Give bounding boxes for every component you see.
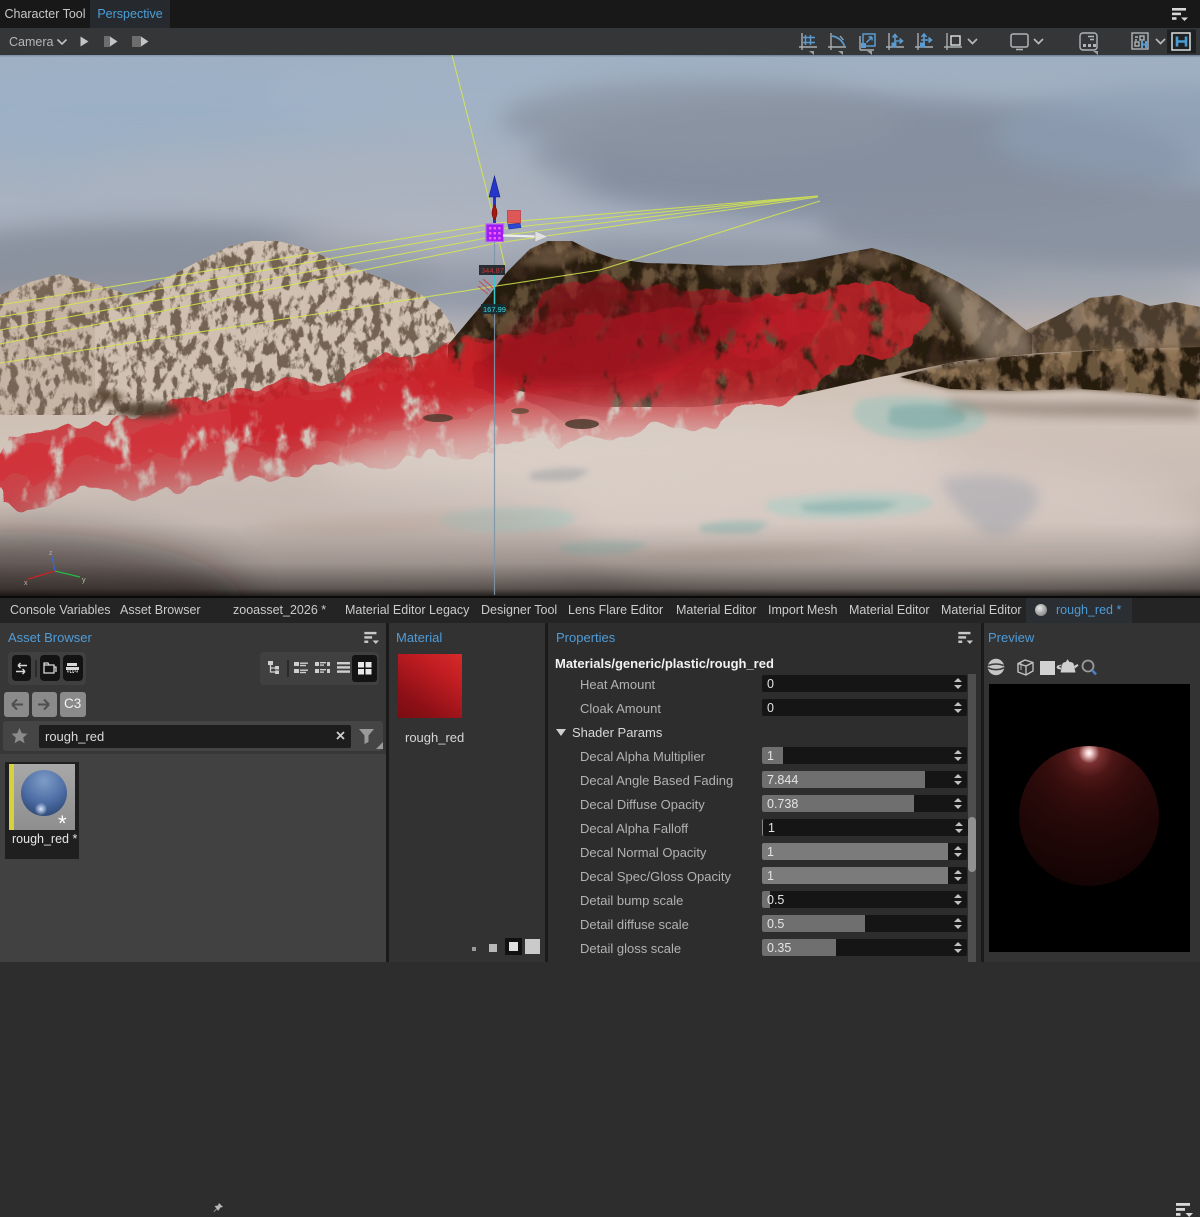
- svg-text:344.87: 344.87: [481, 266, 504, 275]
- svg-text:z: z: [49, 550, 53, 557]
- svg-text:167.99: 167.99: [483, 305, 506, 314]
- svg-text:y: y: [82, 577, 86, 584]
- svg-text:x: x: [24, 580, 28, 587]
